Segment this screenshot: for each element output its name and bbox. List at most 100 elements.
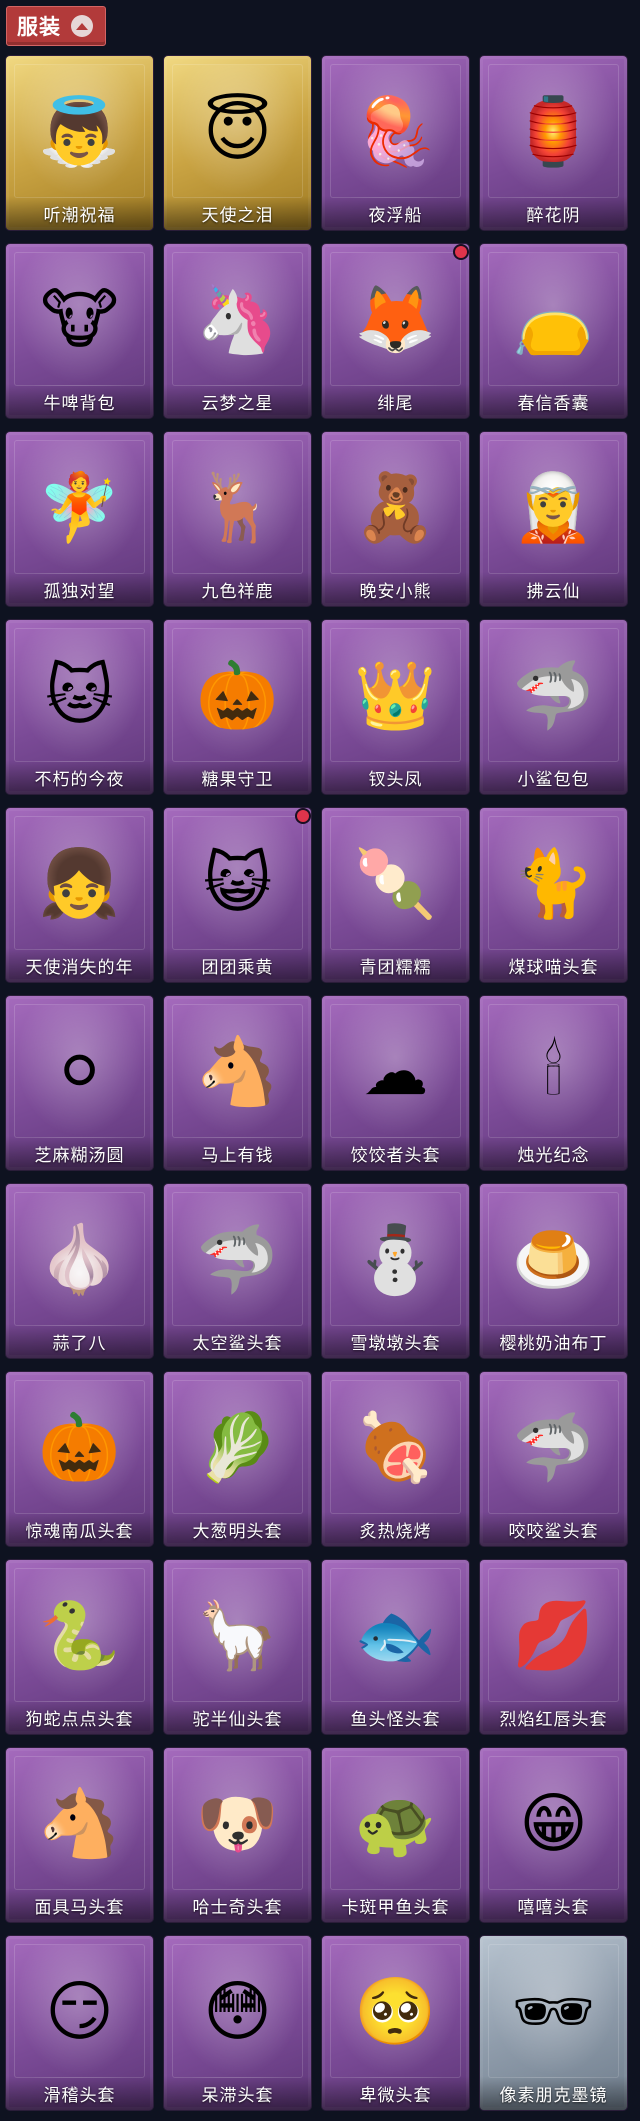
costume-card-label: 晚安小熊 — [322, 572, 469, 606]
jellyfish-icon: 🪼 — [354, 93, 437, 170]
horse-mask-icon: 🐴 — [38, 1785, 121, 1862]
costume-card[interactable]: 🕶 像素朋克墨镜 — [480, 1936, 627, 2110]
costume-card-label: 蒜了八 — [6, 1324, 153, 1358]
biting-shark-head-icon: 🦈 — [512, 1409, 595, 1486]
costume-grid: 👼 听潮祝福 😇 天使之泪 🪼 夜浮船 🏮 醉花阴 🐮 牛啤背包 🦄 云梦之星 🦊 绯尾 👝 春信香囊 🧚 孤独对… — [0, 56, 640, 2110]
costume-card[interactable]: 🧸 晚安小熊 — [322, 432, 469, 606]
costume-card[interactable]: 🦈 咬咬鲨头套 — [480, 1372, 627, 1546]
smirk-emoji-head-icon: 😏 — [45, 1973, 114, 2050]
costume-card[interactable]: 🐶 哈士奇头套 — [164, 1748, 311, 1922]
costume-card[interactable]: 🦙 驼半仙头套 — [164, 1560, 311, 1734]
unicorn-cloud-icon: 🦄 — [196, 281, 279, 358]
bbq-head-icon: 🍖 — [354, 1409, 437, 1486]
costume-card[interactable]: 🍖 炙热烧烤 — [322, 1372, 469, 1546]
costume-card[interactable]: 🐍 狗蛇点点头套 — [6, 1560, 153, 1734]
costume-card[interactable]: 👝 春信香囊 — [480, 244, 627, 418]
sachet-icon: 👝 — [512, 281, 595, 358]
costume-card-label: 春信香囊 — [480, 384, 627, 418]
costume-card[interactable]: 🍮 樱桃奶油布丁 — [480, 1184, 627, 1358]
costume-card[interactable]: 🪼 夜浮船 — [322, 56, 469, 230]
costume-card[interactable]: 🐮 牛啤背包 — [6, 244, 153, 418]
fox-charm-icon: 🦊 — [354, 281, 437, 358]
costume-card[interactable]: 👧 天使消失的年 — [6, 808, 153, 982]
costume-card[interactable]: 🍡 青团糯糯 — [322, 808, 469, 982]
costume-card-label: 天使消失的年 — [6, 948, 153, 982]
costume-card-label: 面具马头套 — [6, 1888, 153, 1922]
costume-card[interactable]: 🦈 小鲨包包 — [480, 620, 627, 794]
section-title: 服装 — [17, 15, 61, 39]
costume-card[interactable]: 🐱 不朽的今夜 — [6, 620, 153, 794]
costume-card-label: 糖果守卫 — [164, 760, 311, 794]
costume-card-label: 烈焰红唇头套 — [480, 1700, 627, 1734]
costume-card-label: 烛光纪念 — [480, 1136, 627, 1170]
costume-card-label: 饺饺者头套 — [322, 1136, 469, 1170]
section-header-costume[interactable]: 服装 — [6, 6, 106, 46]
costume-card[interactable]: 👼 听潮祝福 — [6, 56, 153, 230]
round-beast-head-icon: 😺 — [203, 845, 272, 922]
costume-card-label: 小鲨包包 — [480, 760, 627, 794]
alpaca-sunglasses-head-icon: 🦙 — [196, 1597, 279, 1674]
costume-card-label: 听潮祝福 — [6, 196, 153, 230]
costume-card[interactable]: 😁 嘻嘻头套 — [480, 1748, 627, 1922]
costume-card[interactable]: 🏮 醉花阴 — [480, 56, 627, 230]
costume-card[interactable]: 🎃 糖果守卫 — [164, 620, 311, 794]
cow-barrel-backpack-icon: 🐮 — [40, 281, 119, 358]
costume-card[interactable]: 🐈 煤球喵头套 — [480, 808, 627, 982]
costume-card[interactable]: 🐴 面具马头套 — [6, 1748, 153, 1922]
horse-head-icon: 🐴 — [196, 1033, 279, 1110]
flower-lantern-icon: 🏮 — [512, 93, 595, 170]
new-badge-dot — [297, 810, 309, 822]
costume-card-label: 樱桃奶油布丁 — [480, 1324, 627, 1358]
costume-card[interactable]: 👑 钗头凤 — [322, 620, 469, 794]
caret-up-icon[interactable] — [71, 15, 93, 37]
costume-card[interactable]: 🦄 云梦之星 — [164, 244, 311, 418]
costume-card-label: 天使之泪 — [164, 196, 311, 230]
mannequin-wings-icon: 👼 — [38, 93, 121, 170]
costume-card-label: 炙热烧烤 — [322, 1512, 469, 1546]
costume-card[interactable]: 💋 烈焰红唇头套 — [480, 1560, 627, 1734]
snowman-head-icon: ⛄ — [354, 1221, 437, 1298]
costume-card[interactable]: 🥺 卑微头套 — [322, 1936, 469, 2110]
costume-card[interactable]: ⛄ 雪墩墩头套 — [322, 1184, 469, 1358]
costume-card[interactable]: 😇 天使之泪 — [164, 56, 311, 230]
costume-card-label: 咬咬鲨头套 — [480, 1512, 627, 1546]
dumpling-head-icon: ⚪ — [51, 1033, 108, 1110]
angel-halo-icon: 😇 — [203, 93, 272, 170]
costume-card[interactable]: 🐟 鱼头怪头套 — [322, 1560, 469, 1734]
costume-card[interactable]: 😺 团团乘黄 — [164, 808, 311, 982]
costume-card-label: 嘻嘻头套 — [480, 1888, 627, 1922]
costume-card[interactable]: 🐢 卡斑甲鱼头套 — [322, 1748, 469, 1922]
pumpkin-guard-icon: 🎃 — [196, 657, 279, 734]
costume-card[interactable]: ⚪ 芝麻糊汤圆 — [6, 996, 153, 1170]
costume-card-label: 卡斑甲鱼头套 — [322, 1888, 469, 1922]
costume-card[interactable]: ☁ 饺饺者头套 — [322, 996, 469, 1170]
costume-card-label: 醉花阴 — [480, 196, 627, 230]
costume-card-label: 呆滞头套 — [164, 2076, 311, 2110]
humble-emoji-head-icon: 🥺 — [354, 1973, 437, 2050]
costume-card[interactable]: 🕯 烛光纪念 — [480, 996, 627, 1170]
red-lips-head-icon: 💋 — [512, 1597, 595, 1674]
costume-card-label: 孤独对望 — [6, 572, 153, 606]
costume-card[interactable]: 🧝 拂云仙 — [480, 432, 627, 606]
costume-card[interactable]: 😳 呆滞头套 — [164, 1936, 311, 2110]
costume-card[interactable]: 🦊 绯尾 — [322, 244, 469, 418]
costume-card[interactable]: 😏 滑稽头套 — [6, 1936, 153, 2110]
costume-card-label: 云梦之星 — [164, 384, 311, 418]
costume-card-label: 驼半仙头套 — [164, 1700, 311, 1734]
costume-card[interactable]: 🦌 九色祥鹿 — [164, 432, 311, 606]
costume-card-label: 青团糯糯 — [322, 948, 469, 982]
costume-card[interactable]: 🦈 太空鲨头套 — [164, 1184, 311, 1358]
cloud-head-icon: ☁ — [362, 1033, 429, 1110]
new-badge-dot — [455, 246, 467, 258]
costume-card[interactable]: 🎃 惊魂南瓜头套 — [6, 1372, 153, 1546]
costume-card-label: 芝麻糊汤圆 — [6, 1136, 153, 1170]
costume-card-label: 卑微头套 — [322, 2076, 469, 2110]
costume-card[interactable]: 🥬 大葱明头套 — [164, 1372, 311, 1546]
costume-card[interactable]: 🐴 马上有钱 — [164, 996, 311, 1170]
costume-card[interactable]: 🧄 蒜了八 — [6, 1184, 153, 1358]
costume-card[interactable]: 🧚 孤独对望 — [6, 432, 153, 606]
costume-card-label: 煤球喵头套 — [480, 948, 627, 982]
costume-card-label: 马上有钱 — [164, 1136, 311, 1170]
costume-card-label: 不朽的今夜 — [6, 760, 153, 794]
costume-card-label: 拂云仙 — [480, 572, 627, 606]
